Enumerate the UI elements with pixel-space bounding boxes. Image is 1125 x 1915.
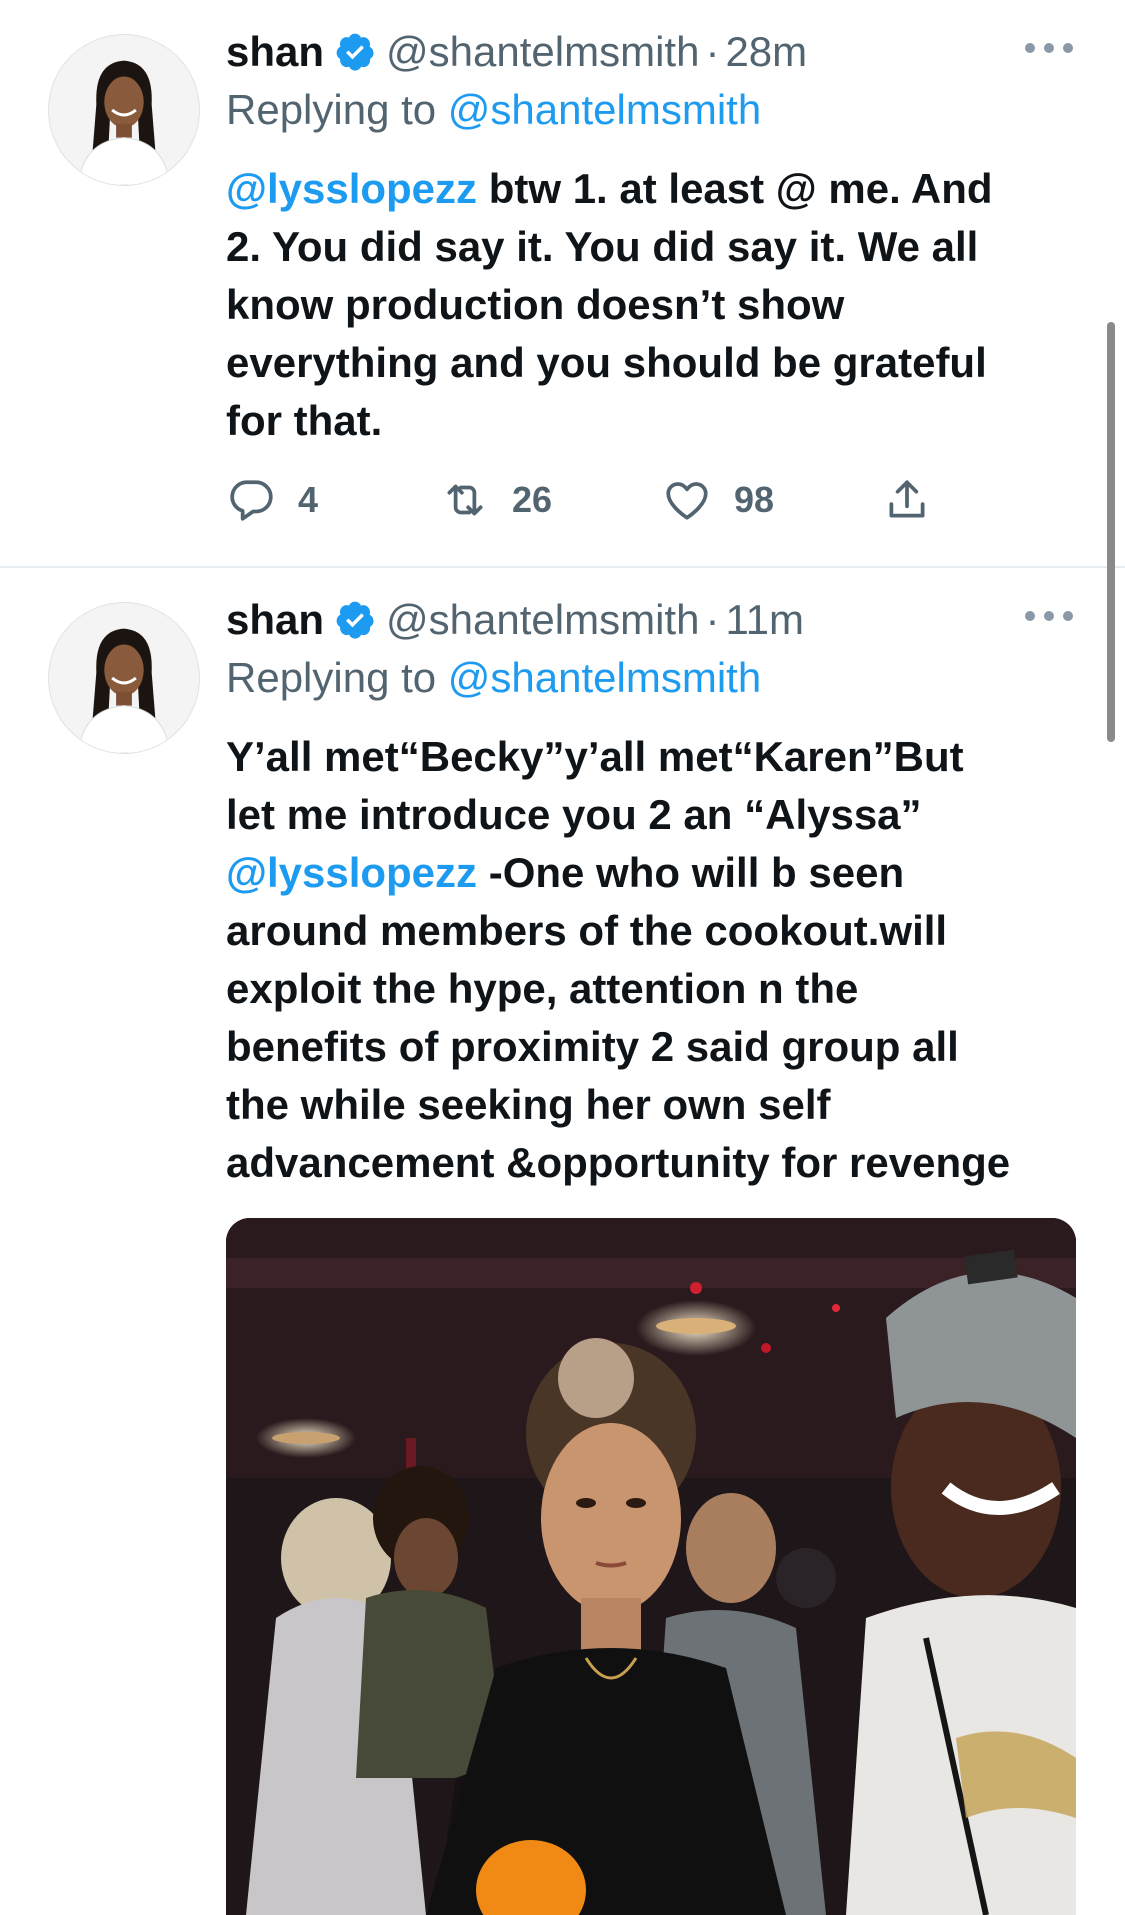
separator-dot: · xyxy=(705,596,720,643)
replying-prefix: Replying to xyxy=(226,654,448,701)
tweet-text-segment: around members of the cookout.will xyxy=(226,907,948,954)
share-button[interactable] xyxy=(882,472,932,528)
heart-icon xyxy=(666,482,708,520)
like-button[interactable]: 98 xyxy=(662,472,774,528)
tweet[interactable]: shan @shantelmsmith · 11m Replying to @s… xyxy=(0,568,1125,1915)
tweet-text-line: exploit the hype, attention n the xyxy=(226,960,1086,1018)
tweet-text-line: the while seeking her own self xyxy=(226,1076,1086,1134)
like-count: 98 xyxy=(734,479,775,520)
tweet-text-line: Y’all met“Becky”y’all met“Karen”But xyxy=(226,728,1086,786)
tweet-text-segment: know production doesn’t show xyxy=(226,281,845,328)
author-name[interactable]: shan xyxy=(226,28,324,76)
tweet-text-line: advancement &opportunity for revenge xyxy=(226,1134,1086,1192)
tweet-text-segment: let me introduce you 2 an “Alyssa” xyxy=(226,791,922,838)
verified-badge-icon xyxy=(334,31,376,73)
tweet-media-image[interactable] xyxy=(226,1218,1076,1915)
reply-button[interactable]: 4 xyxy=(226,472,318,528)
tweet-text-line: 2. You did say it. You did say it. We al… xyxy=(226,218,1086,276)
timestamp[interactable]: 28m xyxy=(725,28,807,76)
tweet-text-line: let me introduce you 2 an “Alyssa” xyxy=(226,786,1086,844)
separator-dot: · xyxy=(705,28,720,75)
tweet-text-segment: 2. You did say it. You did say it. We al… xyxy=(226,223,979,270)
replying-to-link[interactable]: @shantelmsmith xyxy=(448,86,761,133)
reply-count: 4 xyxy=(298,479,319,520)
tweet-text-segment: benefits of proximity 2 said group all xyxy=(226,1023,959,1070)
more-options-icon[interactable] xyxy=(1025,606,1073,626)
author-name[interactable]: shan xyxy=(226,596,324,644)
tweet-actions: 4 26 98 xyxy=(226,472,946,528)
replying-prefix: Replying to xyxy=(226,86,448,133)
retweet-count: 26 xyxy=(512,479,553,520)
tweet-text-segment: btw 1. at least @ me. And xyxy=(477,165,993,212)
author-handle[interactable]: @shantelmsmith xyxy=(386,596,699,644)
tweet-text-line: everything and you should be grateful xyxy=(226,334,1086,392)
retweet-button[interactable]: 26 xyxy=(440,472,552,528)
tweet-text-line: around members of the cookout.will xyxy=(226,902,1086,960)
author-handle[interactable]: @shantelmsmith xyxy=(386,28,699,76)
tweet-text-segment: the while seeking her own self xyxy=(226,1081,831,1128)
tweet-text-segment: advancement &opportunity for revenge xyxy=(226,1139,1011,1186)
tweet-text-segment: -One who will b seen xyxy=(477,849,905,896)
tweet-header: shan @shantelmsmith · 28m xyxy=(226,22,807,82)
tweet-text-segment: for that. xyxy=(226,397,383,444)
replying-to-link[interactable]: @shantelmsmith xyxy=(448,654,761,701)
scrollbar[interactable] xyxy=(1107,322,1115,742)
tweet-text-segment: exploit the hype, attention n the xyxy=(226,965,859,1012)
avatar[interactable] xyxy=(48,34,200,186)
tweet-text-line: for that. xyxy=(226,392,1086,450)
replying-to: Replying to @shantelmsmith xyxy=(226,86,761,134)
tweet-text: @lysslopezz btw 1. at least @ me. And 2. … xyxy=(226,160,1086,450)
tweet-text: Y’all met“Becky”y’all met“Karen”But let m… xyxy=(226,728,1086,1192)
mention-link[interactable]: @lysslopezz xyxy=(226,165,477,212)
verified-badge-icon xyxy=(334,599,376,641)
tweet-text-segment: Y’all met“Becky”y’all met“Karen”But xyxy=(226,733,964,780)
retweet-icon xyxy=(447,484,483,516)
tweet-text-segment: everything and you should be grateful xyxy=(226,339,987,386)
tweet-header: shan @shantelmsmith · 11m xyxy=(226,590,804,650)
tweet-text-line: know production doesn’t show xyxy=(226,276,1086,334)
reply-bubble-icon xyxy=(230,480,273,521)
tweet-text-line: @lysslopezz -One who will b seen xyxy=(226,844,1086,902)
timestamp[interactable]: 11m xyxy=(725,596,804,644)
replying-to: Replying to @shantelmsmith xyxy=(226,654,761,702)
tweet-text-line: @lysslopezz btw 1. at least @ me. And xyxy=(226,160,1086,218)
share-upload-icon xyxy=(889,480,925,518)
tweet[interactable]: shan @shantelmsmith · 28m Replying to @s… xyxy=(0,0,1125,567)
mention-link[interactable]: @lysslopezz xyxy=(226,849,477,896)
tweet-text-line: benefits of proximity 2 said group all xyxy=(226,1018,1086,1076)
more-options-icon[interactable] xyxy=(1025,38,1073,58)
avatar[interactable] xyxy=(48,602,200,754)
